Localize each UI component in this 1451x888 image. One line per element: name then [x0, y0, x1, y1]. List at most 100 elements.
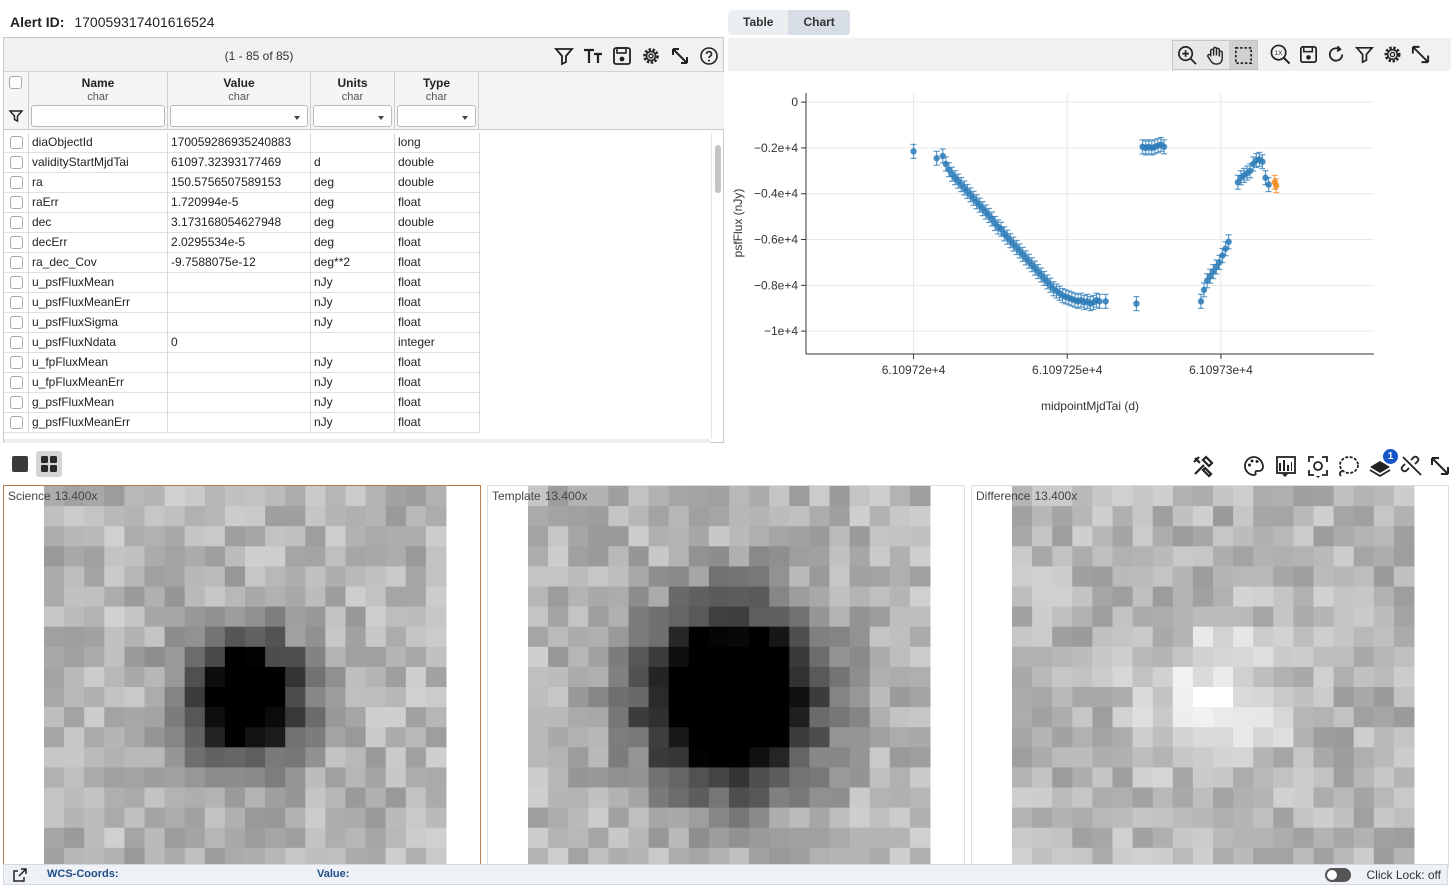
name-filter-input[interactable] — [31, 105, 165, 127]
row-checkbox[interactable] — [10, 316, 23, 329]
text-view-icon[interactable] — [580, 44, 605, 68]
row-checkbox[interactable] — [10, 376, 23, 389]
row-checkbox[interactable] — [10, 416, 23, 429]
data-point[interactable] — [910, 143, 917, 159]
cell-units: nJy — [311, 293, 395, 313]
table-row[interactable]: g_psfFluxMeanErr nJy float — [4, 413, 480, 433]
column-header-value[interactable]: Value char — [168, 72, 311, 130]
cell-type: double — [395, 173, 480, 193]
scroll-thumb[interactable] — [715, 145, 721, 193]
template-image[interactable] — [488, 486, 964, 868]
table-row[interactable]: g_psfFluxMean nJy float — [4, 393, 480, 413]
table-row[interactable]: dec 3.173168054627948 deg double — [4, 213, 480, 233]
click-lock-label: Click Lock: off — [1366, 868, 1441, 882]
row-select-cell — [4, 413, 29, 433]
table-row[interactable]: u_psfFluxNdata 0 integer — [4, 333, 480, 353]
table-row[interactable]: u_fpFluxMean nJy float — [4, 353, 480, 373]
cell-name: u_psfFluxNdata — [29, 333, 168, 353]
lasso-select-icon[interactable] — [1334, 452, 1362, 480]
table-row[interactable]: u_psfFluxSigma nJy float — [4, 313, 480, 333]
table-body: diaObjectId 170059286935240883 long validit… — [4, 133, 710, 439]
lightcurve-chart[interactable]: 0 −0.2e+4 −0.4e+4 −0.6e+4 −0.8e+4 −1e+4 6.109… — [728, 73, 1451, 445]
table-row[interactable]: u_psfFluxMean nJy float — [4, 273, 480, 293]
cell-name: u_psfFluxMean — [29, 273, 168, 293]
row-checkbox[interactable] — [10, 176, 23, 189]
table-horizontal-scrollbar[interactable] — [4, 439, 710, 443]
restore-icon[interactable] — [1322, 40, 1350, 68]
recenter-icon[interactable] — [1304, 452, 1332, 480]
column-header-units[interactable]: Units char — [311, 72, 395, 130]
row-checkbox[interactable] — [10, 156, 23, 169]
save-icon[interactable] — [609, 44, 634, 68]
data-point[interactable] — [1102, 293, 1109, 309]
table-toolbar: (1 - 85 of 85) — [4, 38, 723, 72]
column-header-name[interactable]: Name char — [29, 72, 168, 130]
single-view-button[interactable] — [7, 451, 33, 477]
value-filter-select[interactable] — [170, 105, 308, 127]
box-select-icon[interactable] — [1229, 41, 1257, 69]
table-row[interactable]: decErr 2.0295534e-5 deg float — [4, 233, 480, 253]
chart-expand-icon[interactable] — [1406, 40, 1434, 68]
unlink-icon[interactable] — [1398, 452, 1426, 480]
row-checkbox[interactable] — [10, 296, 23, 309]
image-expand-icon[interactable] — [1426, 452, 1451, 480]
external-link-icon[interactable] — [12, 867, 28, 883]
table-row[interactable]: u_fpFluxMeanErr nJy float — [4, 373, 480, 393]
tab-table[interactable]: Table — [728, 10, 788, 35]
science-image[interactable] — [4, 486, 480, 868]
row-checkbox[interactable] — [10, 216, 23, 229]
table-row[interactable]: raErr 1.720994e-5 deg float — [4, 193, 480, 213]
tools-icon[interactable] — [1189, 452, 1217, 480]
cell-value — [168, 293, 311, 313]
column-name-label: Units — [337, 76, 368, 90]
row-checkbox[interactable] — [10, 256, 23, 269]
column-header-type[interactable]: Type char — [395, 72, 479, 130]
table-row[interactable]: ra_dec_Cov -9.7588075e-12 deg**2 float — [4, 253, 480, 273]
science-image-panel[interactable]: Science 13.400x — [3, 485, 481, 868]
row-checkbox[interactable] — [10, 196, 23, 209]
data-point[interactable] — [933, 150, 940, 166]
difference-image[interactable] — [972, 486, 1448, 868]
tab-chart[interactable]: Chart — [788, 10, 850, 35]
reset-zoom-icon[interactable]: 1X — [1266, 40, 1294, 68]
help-icon[interactable] — [696, 44, 721, 68]
x-tick-label: 6.10972e+4 — [882, 363, 946, 377]
row-checkbox[interactable] — [10, 276, 23, 289]
expand-icon[interactable] — [667, 44, 692, 68]
cell-name: ra — [29, 173, 168, 193]
data-point[interactable] — [939, 148, 946, 164]
difference-image-panel[interactable]: Difference 13.400x — [971, 485, 1449, 868]
settings-icon[interactable] — [638, 44, 663, 68]
chart-settings-icon[interactable] — [1378, 40, 1406, 68]
stretch-icon[interactable] — [1272, 452, 1300, 480]
cell-value — [168, 373, 311, 393]
color-palette-icon[interactable] — [1240, 452, 1268, 480]
filter-icon[interactable] — [551, 44, 576, 68]
select-all-checkbox[interactable] — [9, 76, 22, 89]
table-row[interactable]: diaObjectId 170059286935240883 long — [4, 133, 480, 153]
type-filter-select[interactable] — [397, 105, 476, 127]
data-point[interactable] — [1096, 293, 1103, 309]
row-checkbox[interactable] — [10, 396, 23, 409]
grid-view-button[interactable] — [36, 451, 62, 477]
row-checkbox[interactable] — [10, 236, 23, 249]
data-point[interactable] — [1133, 296, 1140, 312]
template-image-panel[interactable]: Template 13.400x — [487, 485, 965, 868]
layers-icon[interactable]: 1 — [1366, 449, 1398, 480]
image-pixels — [1012, 486, 1415, 867]
chart-filter-icon[interactable] — [1350, 40, 1378, 68]
zoom-icon[interactable] — [1173, 41, 1201, 69]
pan-icon[interactable] — [1201, 41, 1229, 69]
row-checkbox[interactable] — [10, 336, 23, 349]
click-lock-toggle[interactable] — [1325, 868, 1351, 882]
table-row[interactable]: validityStartMjdTai 61097.32393177469 d dou… — [4, 153, 480, 173]
units-filter-select[interactable] — [313, 105, 392, 127]
table-vertical-scrollbar[interactable] — [711, 133, 724, 439]
table-row[interactable]: ra 150.5756507589153 deg double — [4, 173, 480, 193]
row-checkbox[interactable] — [10, 136, 23, 149]
save-chart-icon[interactable] — [1294, 40, 1322, 68]
cell-type: double — [395, 213, 480, 233]
table-row[interactable]: u_psfFluxMeanErr nJy float — [4, 293, 480, 313]
row-select-cell — [4, 313, 29, 333]
row-checkbox[interactable] — [10, 356, 23, 369]
